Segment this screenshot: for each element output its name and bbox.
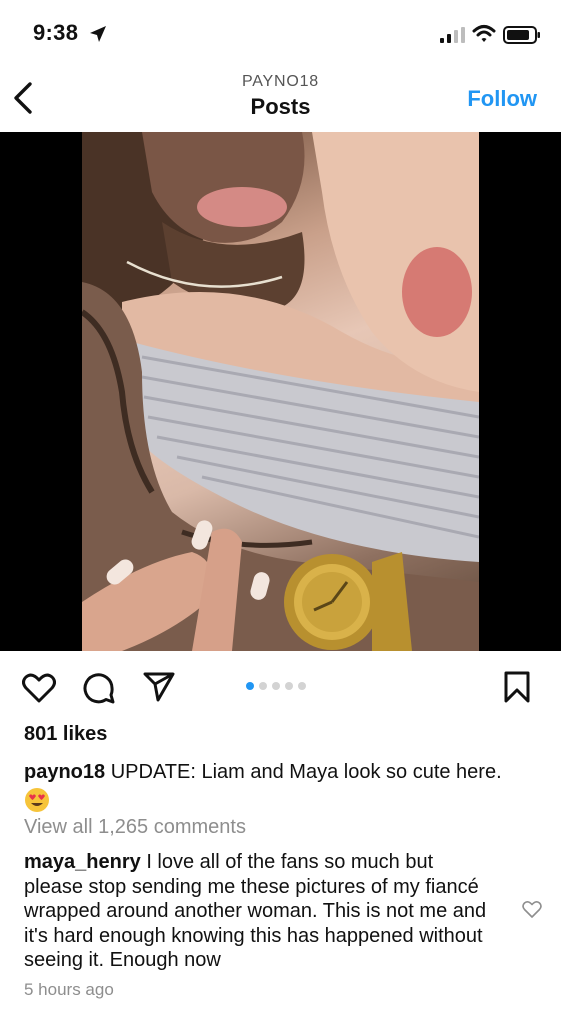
post-caption: payno18 UPDATE: Liam and Maya look so cu… (24, 760, 540, 813)
follow-button[interactable]: Follow (467, 86, 537, 112)
caption-text: UPDATE: Liam and Maya look so cute here. (110, 761, 502, 783)
share-icon[interactable] (142, 671, 176, 703)
location-arrow-icon (90, 26, 106, 42)
post-image[interactable] (0, 132, 561, 651)
battery-icon (503, 26, 540, 44)
post-actions (0, 664, 561, 710)
comment-username[interactable]: maya_henry (24, 851, 141, 873)
carousel-dot (285, 682, 293, 690)
heart-eyes-emoji-icon (25, 788, 49, 812)
status-time: 9:38 (33, 20, 79, 45)
cellular-signal-icon (440, 27, 465, 43)
comment-like-heart-icon[interactable] (522, 900, 542, 919)
comment: maya_henry I love all of the fans so muc… (24, 850, 494, 973)
post-photo-content (82, 132, 479, 651)
carousel-dot (298, 682, 306, 690)
carousel-dot (259, 682, 267, 690)
carousel-dot (272, 682, 280, 690)
heart-icon[interactable] (22, 672, 56, 704)
comment-icon[interactable] (82, 671, 116, 705)
wifi-icon (472, 25, 496, 42)
view-all-comments-link[interactable]: View all 1,265 comments (24, 816, 246, 839)
header: PAYNO18 Posts Follow (0, 64, 561, 132)
carousel-indicator (246, 682, 306, 690)
bookmark-icon[interactable] (503, 671, 531, 703)
carousel-dot (246, 682, 254, 690)
caption-username[interactable]: payno18 (24, 761, 105, 783)
post-timestamp: 5 hours ago (24, 980, 114, 999)
status-bar: 9:38 (0, 0, 561, 64)
like-count[interactable]: 801 likes (24, 723, 107, 746)
photo-illustration (82, 132, 479, 651)
